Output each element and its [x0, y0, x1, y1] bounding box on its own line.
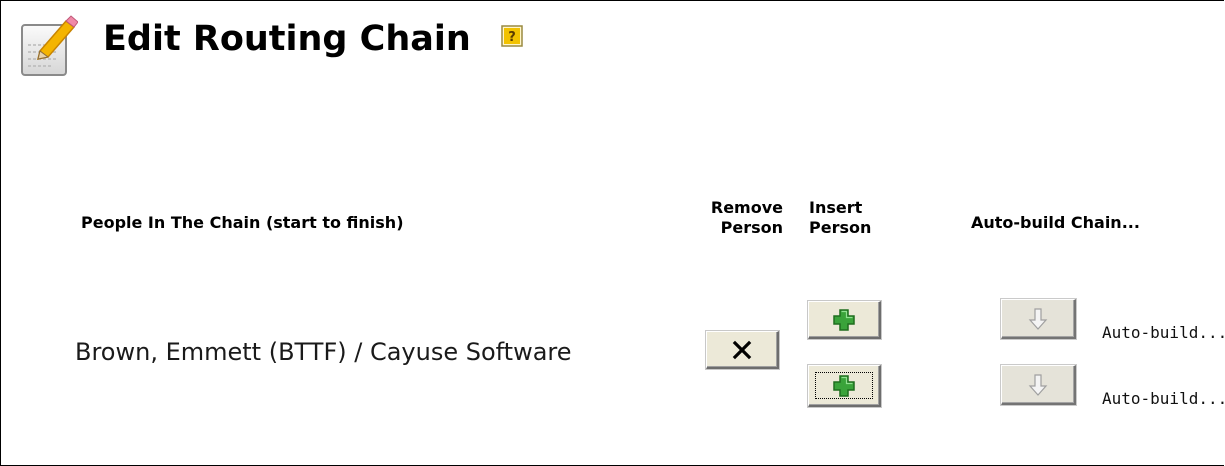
notepad-pencil-icon	[21, 15, 78, 76]
svg-text:?: ?	[508, 30, 516, 45]
auto-build-button-2[interactable]	[1001, 365, 1076, 405]
auto-build-label-1: Auto-build...	[1102, 323, 1225, 342]
column-header-remove-line2: Person	[720, 218, 783, 237]
insert-person-before-button[interactable]	[808, 301, 881, 339]
chain-person-name: Brown, Emmett (BTTF) / Cayuse Software	[75, 338, 572, 366]
remove-person-button[interactable]	[706, 331, 779, 369]
x-close-icon	[732, 340, 752, 359]
column-header-remove-person: Remove Person	[691, 198, 783, 238]
auto-build-button-1[interactable]	[1001, 299, 1076, 339]
routing-chain-panel: Edit Routing Chain ? People In The Chain…	[0, 0, 1225, 466]
column-header-insert-person: Insert Person	[809, 198, 871, 238]
column-header-people: People In The Chain (start to finish)	[81, 213, 404, 232]
auto-build-label-2: Auto-build...	[1102, 389, 1225, 408]
column-header-auto-build: Auto-build Chain...	[971, 213, 1140, 232]
column-header-insert-line2: Person	[809, 218, 872, 237]
arrow-down-icon	[1028, 373, 1048, 396]
focus-ring	[815, 372, 873, 399]
insert-person-after-button[interactable]	[808, 365, 881, 407]
column-header-insert-line1: Insert	[809, 198, 863, 217]
page-title: Edit Routing Chain	[103, 19, 471, 59]
green-plus-icon	[833, 308, 855, 331]
column-header-remove-line1: Remove	[710, 198, 783, 217]
arrow-down-icon	[1028, 307, 1048, 330]
help-question-icon[interactable]: ?	[501, 25, 523, 47]
